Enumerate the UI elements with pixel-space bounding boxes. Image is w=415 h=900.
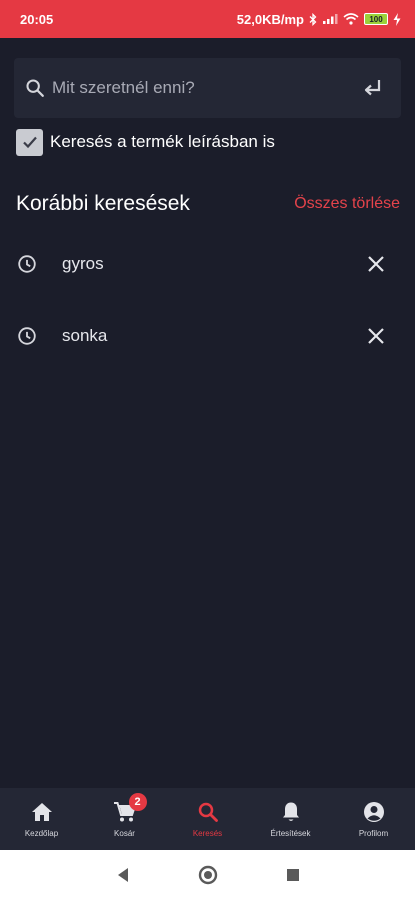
nav-item-cart[interactable]: 2 Kosár (83, 788, 166, 850)
recents-square-icon (286, 869, 299, 881)
cart-badge: 2 (128, 793, 147, 811)
battery-icon: 100 (364, 13, 388, 25)
bell-icon (282, 802, 299, 821)
home-circle-icon (198, 865, 217, 885)
history-header: Korábbi keresések Összes törlése (16, 188, 400, 220)
search-input[interactable] (52, 78, 361, 98)
network-speed: 52,0KB/mp (236, 11, 304, 27)
history-item-text[interactable]: gyros (62, 254, 366, 274)
nav-item-search[interactable]: Keresés (166, 788, 249, 850)
search-icon (26, 79, 44, 97)
nav-item-profile[interactable]: Profilom (332, 788, 415, 850)
charging-icon (393, 12, 401, 26)
nav-label-search: Keresés (192, 829, 223, 838)
history-item[interactable]: gyros (16, 244, 386, 284)
nav-item-notifications[interactable]: Értesítések (249, 788, 332, 850)
description-search-label: Keresés a termék leírásban is (50, 132, 275, 151)
profile-icon (363, 802, 384, 822)
history-item-text[interactable]: sonka (62, 326, 366, 346)
search-box[interactable] (14, 58, 401, 118)
status-bar: 20:05 52,0KB/mp 100 (0, 0, 415, 38)
nav-item-home[interactable]: Kezdőlap (0, 788, 83, 850)
close-icon[interactable] (366, 254, 386, 274)
back-button[interactable] (116, 867, 130, 883)
home-button[interactable] (198, 865, 218, 885)
history-item[interactable]: sonka (16, 316, 386, 356)
nav-label-notifications: Értesítések (270, 829, 311, 838)
nav-label-home: Kezdőlap (24, 829, 59, 838)
history-title: Korábbi keresések (16, 192, 190, 215)
nav-label-cart: Kosár (114, 829, 135, 838)
wifi-icon (343, 13, 359, 25)
bottom-navigation: Kezdőlap 2 Kosár Keresés Értesítések Pro… (0, 788, 415, 850)
clock-icon (18, 255, 36, 273)
enter-icon[interactable] (361, 76, 385, 100)
nav-label-profile: Profilom (358, 829, 389, 838)
description-search-checkbox[interactable] (16, 128, 43, 156)
status-time: 20:05 (20, 11, 54, 27)
description-search-option[interactable]: Keresés a termék leírásban is (16, 128, 275, 156)
search-icon (198, 802, 218, 822)
signal-icon (323, 14, 338, 24)
system-navigation-bar (0, 850, 415, 900)
status-icons: 52,0KB/mp 100 (237, 12, 401, 27)
checkmark-icon (22, 136, 37, 149)
clock-icon (18, 327, 36, 345)
bluetooth-icon (309, 12, 317, 26)
home-icon (31, 803, 52, 821)
recents-button[interactable] (286, 868, 300, 882)
clear-all-button[interactable]: Összes törlése (294, 195, 400, 213)
close-icon[interactable] (366, 326, 386, 346)
back-triangle-icon (117, 868, 128, 882)
